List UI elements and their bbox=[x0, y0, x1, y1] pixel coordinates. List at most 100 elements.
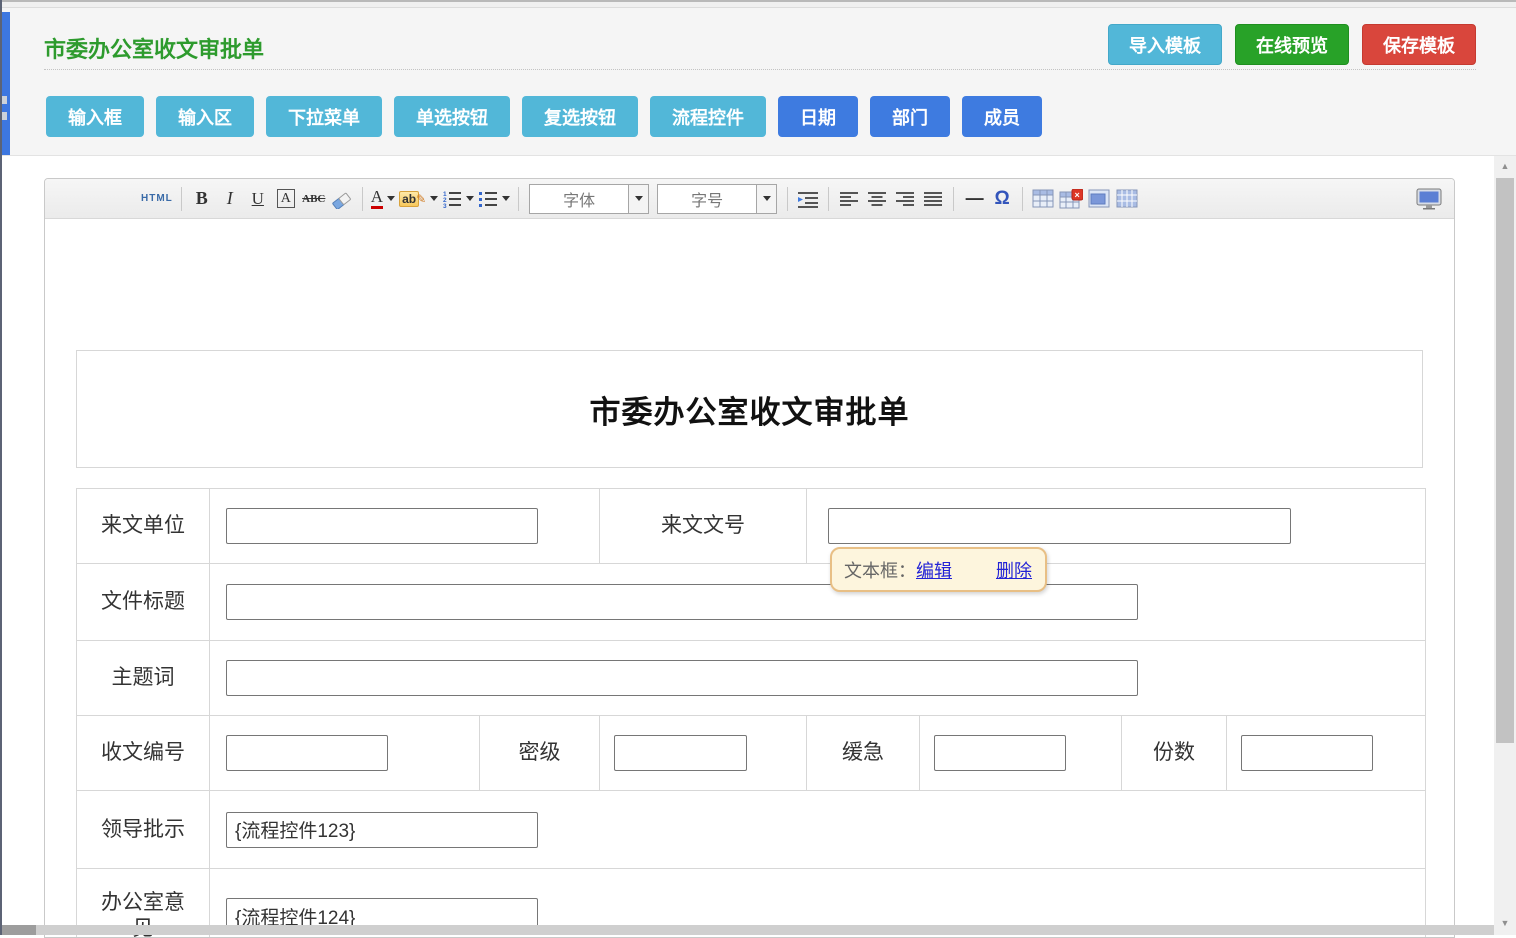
source-code-button[interactable]: HTML bbox=[141, 186, 173, 212]
urgency-input[interactable] bbox=[934, 735, 1066, 771]
table-row: 来文单位 来文文号 bbox=[77, 489, 1426, 564]
header-actions: 导入模板 在线预览 保存模板 bbox=[1108, 24, 1476, 65]
cell-urgency bbox=[920, 716, 1122, 791]
header: 市委办公室收文审批单 导入模板 在线预览 保存模板 输入框 输入区 下拉菜单 单… bbox=[0, 8, 1516, 156]
vertical-scrollbar[interactable]: ▲ ▼ bbox=[1494, 156, 1516, 935]
align-center-icon bbox=[867, 189, 887, 209]
select-arrow[interactable] bbox=[756, 185, 776, 213]
remove-format-button[interactable] bbox=[330, 186, 354, 212]
cell-copies bbox=[1227, 716, 1426, 791]
unordered-list-icon bbox=[478, 189, 498, 209]
dialog-content: HTML B I U A ABC A ab bbox=[0, 156, 1494, 935]
indent-icon bbox=[797, 189, 819, 209]
online-preview-button[interactable]: 在线预览 bbox=[1235, 24, 1349, 65]
font-family-value: 字体 bbox=[530, 187, 628, 211]
chevron-down-icon bbox=[502, 196, 510, 201]
department-button[interactable]: 部门 bbox=[870, 96, 950, 137]
unordered-list-button[interactable] bbox=[478, 186, 510, 212]
table-cell-props-button[interactable] bbox=[1087, 186, 1111, 212]
cell-receive-number bbox=[210, 716, 480, 791]
input-area-button[interactable]: 输入区 bbox=[156, 96, 254, 137]
underline-label: U bbox=[252, 189, 264, 209]
flow-control-button[interactable]: 流程控件 bbox=[650, 96, 766, 137]
font-family-select[interactable]: 字体 bbox=[529, 184, 649, 214]
keywords-input[interactable] bbox=[226, 660, 1138, 696]
dropdown-menu-button[interactable]: 下拉菜单 bbox=[266, 96, 382, 137]
import-template-button[interactable]: 导入模板 bbox=[1108, 24, 1222, 65]
table-icon bbox=[1032, 189, 1054, 208]
label-urgency: 缓急 bbox=[807, 716, 920, 791]
leader-note-input[interactable] bbox=[226, 812, 538, 848]
doc-number-input[interactable] bbox=[828, 508, 1291, 544]
label-leader-note: 领导批示 bbox=[77, 791, 210, 869]
select-arrow[interactable] bbox=[628, 185, 648, 213]
editor-canvas[interactable]: 市委办公室收文审批单 来文单位 来文文号 bbox=[45, 219, 1454, 937]
fullscreen-button[interactable] bbox=[1416, 186, 1442, 212]
align-justify-button[interactable] bbox=[921, 186, 945, 212]
align-center-button[interactable] bbox=[865, 186, 889, 212]
monitor-icon bbox=[1416, 188, 1442, 210]
save-template-button[interactable]: 保存模板 bbox=[1362, 24, 1476, 65]
font-size-value: 字号 bbox=[658, 187, 756, 211]
source-unit-input[interactable] bbox=[226, 508, 538, 544]
scroll-up-arrow[interactable]: ▲ bbox=[1494, 158, 1516, 174]
ordered-list-icon: 1 2 3 bbox=[442, 189, 462, 209]
underline-button[interactable]: U bbox=[246, 186, 270, 212]
radio-button-button[interactable]: 单选按钮 bbox=[394, 96, 510, 137]
cell-source-unit bbox=[210, 489, 600, 564]
omega-label: Ω bbox=[995, 188, 1010, 210]
label-copies: 份数 bbox=[1122, 716, 1227, 791]
tooltip-label: 文本框： bbox=[844, 557, 916, 583]
security-level-input[interactable] bbox=[614, 735, 747, 771]
font-size-select[interactable]: 字号 bbox=[657, 184, 777, 214]
toolbar-separator bbox=[181, 187, 182, 211]
indent-button[interactable] bbox=[796, 186, 820, 212]
insert-table-button[interactable] bbox=[1031, 186, 1055, 212]
horizontal-rule-button[interactable]: — bbox=[962, 186, 986, 212]
align-left-button[interactable] bbox=[837, 186, 861, 212]
toolbar-separator bbox=[787, 187, 788, 211]
background-page-strip bbox=[2, 12, 10, 155]
member-button[interactable]: 成员 bbox=[962, 96, 1042, 137]
delete-field-link[interactable]: 删除 bbox=[996, 557, 1032, 583]
special-char-button[interactable]: Ω bbox=[990, 186, 1014, 212]
chevron-down-icon bbox=[763, 196, 771, 201]
align-right-icon bbox=[895, 189, 915, 209]
table-grid-icon bbox=[1116, 189, 1138, 208]
checkbox-button[interactable]: 复选按钮 bbox=[522, 96, 638, 137]
input-box-button[interactable]: 输入框 bbox=[46, 96, 144, 137]
bold-label: B bbox=[196, 188, 208, 209]
cell-doc-title bbox=[210, 564, 1426, 641]
italic-button[interactable]: I bbox=[218, 186, 242, 212]
label-receive-number: 收文编号 bbox=[77, 716, 210, 791]
highlight-color-button[interactable]: ab ✎ bbox=[399, 186, 438, 212]
table-row: 文件标题 bbox=[77, 564, 1426, 641]
date-button[interactable]: 日期 bbox=[778, 96, 858, 137]
bold-button[interactable]: B bbox=[190, 186, 214, 212]
receive-number-input[interactable] bbox=[226, 735, 388, 771]
font-color-button[interactable]: A bbox=[371, 186, 395, 212]
eraser-icon bbox=[331, 189, 353, 209]
ordered-list-button[interactable]: 1 2 3 bbox=[442, 186, 474, 212]
strip-notch bbox=[2, 112, 7, 120]
cell-security-level bbox=[600, 716, 807, 791]
toolbar-separator bbox=[518, 187, 519, 211]
cell-keywords bbox=[210, 641, 1426, 716]
strikethrough-button[interactable]: ABC bbox=[302, 186, 326, 212]
table-row: 收文编号 密级 缓急 份数 bbox=[77, 716, 1426, 791]
delete-table-button[interactable]: × bbox=[1059, 186, 1083, 212]
approval-form-table: 来文单位 来文文号 文件标题 主题词 bbox=[76, 488, 1426, 938]
hr-label: — bbox=[966, 188, 983, 209]
align-right-button[interactable] bbox=[893, 186, 917, 212]
scrollbar-thumb[interactable] bbox=[1496, 178, 1514, 743]
svg-text:×: × bbox=[1075, 190, 1080, 200]
table-props-button[interactable] bbox=[1115, 186, 1139, 212]
edit-field-link[interactable]: 编辑 bbox=[916, 557, 952, 583]
copies-input[interactable] bbox=[1241, 735, 1373, 771]
chevron-down-icon bbox=[635, 196, 643, 201]
scroll-down-arrow[interactable]: ▼ bbox=[1494, 915, 1516, 931]
format-block-button[interactable]: A bbox=[274, 186, 298, 212]
chevron-down-icon bbox=[466, 196, 474, 201]
table-delete-icon: × bbox=[1059, 189, 1083, 209]
form-title-box: 市委办公室收文审批单 bbox=[76, 350, 1423, 468]
